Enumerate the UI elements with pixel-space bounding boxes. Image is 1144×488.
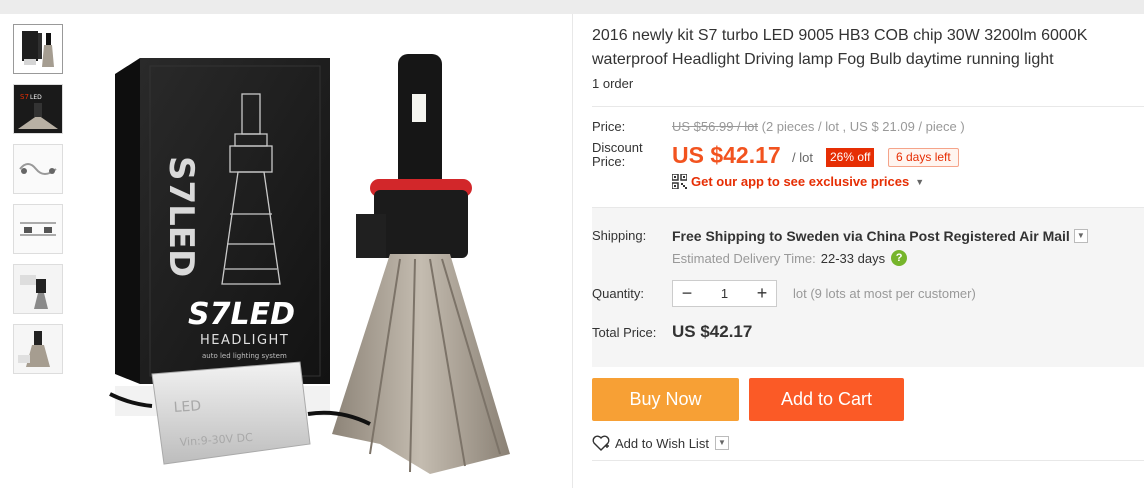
order-count[interactable]: 1 order <box>592 76 633 91</box>
buy-now-button[interactable]: Buy Now <box>592 378 739 421</box>
original-price-detail: (2 pieces / lot , US $ 21.09 / piece ) <box>761 119 965 134</box>
quantity-increase-button[interactable]: + <box>748 281 776 306</box>
price-label: Price: <box>592 119 626 134</box>
top-strip <box>0 0 1144 14</box>
quantity-note: lot (9 lots at most per customer) <box>793 286 976 301</box>
total-price-label: Total Price: <box>592 325 657 340</box>
discount-badge: 26% off <box>826 148 875 167</box>
divider <box>592 460 1144 461</box>
original-price-value: US $56.99 / lot <box>672 119 758 134</box>
divider <box>572 14 573 488</box>
chevron-down-icon[interactable]: ▼ <box>1073 229 1088 243</box>
thumbnail-3[interactable] <box>13 144 63 194</box>
original-price: US $56.99 / lot (2 pieces / lot , US $ 2… <box>672 119 965 134</box>
main-product-image[interactable]: S7LED S7LED HEADLIGHT auto led lighting … <box>70 14 570 488</box>
box-headlight-text: HEADLIGHT <box>200 333 289 348</box>
product-photo: S7LED S7LED HEADLIGHT auto led lighting … <box>70 14 570 488</box>
svg-text:LED: LED <box>30 94 42 101</box>
box-brand-text: S7LED <box>188 297 295 332</box>
shipping-destination[interactable]: Sweden <box>786 228 839 244</box>
eta-value: 22-33 days <box>820 250 886 266</box>
thumbnail-2[interactable]: S7 LED <box>13 84 63 134</box>
help-icon[interactable]: ? <box>891 250 908 266</box>
shipping-method[interactable]: Free Shipping to Sweden via China Post R… <box>672 228 1088 244</box>
thumbnail-5[interactable] <box>13 264 63 314</box>
qr-code-icon <box>672 174 687 189</box>
quantity-decrease-button[interactable]: − <box>673 281 701 306</box>
quantity-label: Quantity: <box>592 286 645 301</box>
shipping-label: Shipping: <box>592 228 647 243</box>
shipping-prefix: Free Shipping to <box>672 228 783 244</box>
thumbnail-1[interactable] <box>13 24 63 74</box>
discount-price-label: Discount Price: <box>592 140 643 169</box>
svg-text:LED: LED <box>173 398 201 416</box>
quantity-input[interactable]: 1 <box>701 286 748 301</box>
total-price: US $42.17 <box>672 322 753 341</box>
add-to-cart-button[interactable]: Add to Cart <box>749 378 904 421</box>
eta-label: Estimated Delivery Time: <box>672 250 816 266</box>
box-tagline-text: auto led lighting system <box>202 352 287 360</box>
thumbnail-4[interactable] <box>13 204 63 254</box>
divider <box>592 106 1144 107</box>
chevron-down-icon: ▼ <box>915 176 925 187</box>
wishlist-link[interactable]: Add to Wish List ▼ <box>592 435 729 451</box>
wishlist-label: Add to Wish List <box>615 435 709 451</box>
svg-text:S7: S7 <box>20 93 29 101</box>
per-lot-unit: / lot <box>792 150 813 165</box>
app-promo-text: Get our app to see exclusive prices <box>691 174 910 189</box>
box-s7-text: S7LED <box>161 156 201 277</box>
thumbnail-6[interactable] <box>13 324 63 374</box>
app-promo-link[interactable]: Get our app to see exclusive prices ▼ <box>672 174 924 189</box>
heart-icon <box>592 435 610 451</box>
discount-price: US $42.17 <box>672 142 781 168</box>
product-page: S7 LED S7LED S7LED HEADLIGHT auto led li… <box>0 0 1144 488</box>
product-title: 2016 newly kit S7 turbo LED 9005 HB3 COB… <box>592 27 1088 68</box>
days-left-badge: 6 days left <box>888 148 959 167</box>
delivery-estimate: Estimated Delivery Time: 22-33 days ? <box>672 250 908 266</box>
quantity-stepper: − 1 + <box>672 280 777 307</box>
chevron-down-icon[interactable]: ▼ <box>714 436 729 450</box>
shipping-suffix: via China Post Registered Air Mail <box>843 228 1070 244</box>
